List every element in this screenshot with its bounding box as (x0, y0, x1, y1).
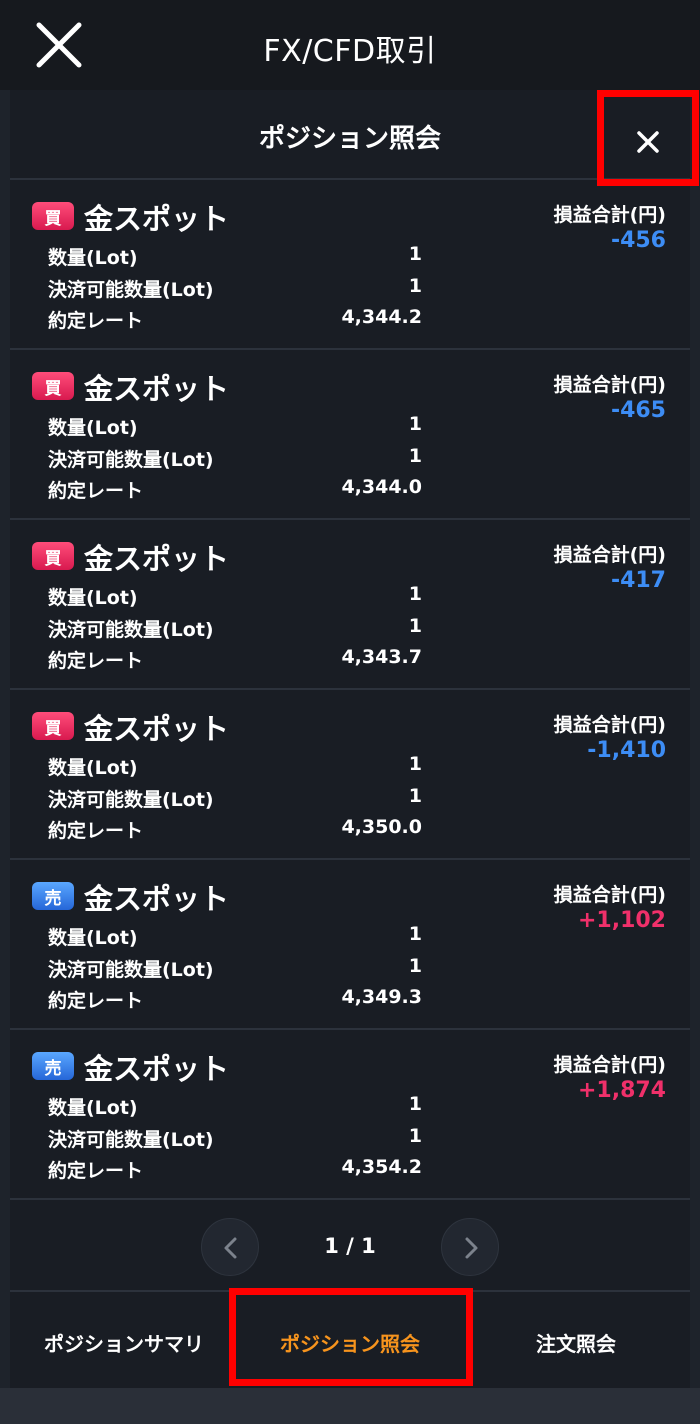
pl-label: 損益合計(円) (553, 204, 666, 226)
settle-qty-label: 決済可能数量(Lot) (48, 279, 214, 301)
settle-qty-value: 1 (408, 445, 422, 467)
settle-qty-label: 決済可能数量(Lot) (48, 789, 214, 811)
side-badge: 買 (32, 712, 74, 740)
settle-qty-value: 1 (408, 615, 422, 637)
tab-order-inquiry[interactable]: 注文照会 (498, 1328, 654, 1357)
side-badge: 売 (32, 1052, 74, 1080)
instrument-name: 金スポット (84, 882, 230, 916)
rate-label: 約定レート (48, 650, 144, 672)
qty-value: 1 (408, 923, 422, 945)
modal-title: ポジション照会 (258, 124, 441, 154)
pl-label: 損益合計(円) (553, 884, 666, 906)
qty-value: 1 (408, 753, 422, 775)
pl-value: +1,102 (577, 908, 666, 933)
qty-value: 1 (408, 583, 422, 605)
modal-header: ポジション照会 (10, 90, 690, 180)
tab-position-inquiry[interactable]: ポジション照会 (250, 1328, 450, 1357)
position-row[interactable]: 買 金スポット 数量(Lot) 1 決済可能数量(Lot) 1 約定レート 4,… (10, 350, 690, 520)
settle-qty-value: 1 (408, 785, 422, 807)
pl-value: -417 (610, 568, 666, 593)
settle-qty-label: 決済可能数量(Lot) (48, 619, 214, 641)
rate-label: 約定レート (48, 1160, 144, 1182)
position-row[interactable]: 売 金スポット 数量(Lot) 1 決済可能数量(Lot) 1 約定レート 4,… (10, 860, 690, 1030)
rate-label: 約定レート (48, 310, 144, 332)
qty-label: 数量(Lot) (48, 247, 138, 269)
position-row[interactable]: 買 金スポット 数量(Lot) 1 決済可能数量(Lot) 1 約定レート 4,… (10, 180, 690, 350)
rate-value: 4,344.0 (341, 476, 422, 498)
page-indicator: 1 / 1 (324, 1234, 376, 1258)
rate-value: 4,343.7 (341, 646, 422, 668)
rate-label: 約定レート (48, 480, 144, 502)
pagination: 1 / 1 (10, 1203, 690, 1293)
pl-label: 損益合計(円) (553, 714, 666, 736)
side-badge: 買 (32, 542, 74, 570)
side-badge: 買 (32, 372, 74, 400)
qty-value: 1 (408, 1093, 422, 1115)
qty-value: 1 (408, 413, 422, 435)
chevron-right-icon (465, 1237, 478, 1259)
position-row[interactable]: 売 金スポット 数量(Lot) 1 決済可能数量(Lot) 1 約定レート 4,… (10, 1030, 690, 1200)
app-title: FX/CFD取引 (263, 34, 437, 69)
next-page-button[interactable] (441, 1218, 499, 1276)
position-row[interactable]: 買 金スポット 数量(Lot) 1 決済可能数量(Lot) 1 約定レート 4,… (10, 690, 690, 860)
rate-value: 4,350.0 (341, 816, 422, 838)
position-list: 買 金スポット 数量(Lot) 1 決済可能数量(Lot) 1 約定レート 4,… (10, 180, 690, 1200)
bottom-strip (0, 1388, 700, 1424)
qty-label: 数量(Lot) (48, 927, 138, 949)
tab-position-summary[interactable]: ポジションサマリ (34, 1328, 214, 1357)
side-badge: 売 (32, 882, 74, 910)
settle-qty-value: 1 (408, 275, 422, 297)
pl-label: 損益合計(円) (553, 544, 666, 566)
rate-label: 約定レート (48, 990, 144, 1012)
qty-value: 1 (408, 243, 422, 265)
settle-qty-label: 決済可能数量(Lot) (48, 1129, 214, 1151)
app-header: FX/CFD取引 (0, 0, 700, 90)
instrument-name: 金スポット (84, 202, 230, 236)
rate-value: 4,349.3 (341, 986, 422, 1008)
qty-label: 数量(Lot) (48, 417, 138, 439)
pl-value: -456 (610, 228, 666, 253)
rate-value: 4,354.2 (341, 1156, 422, 1178)
position-inquiry-modal: ポジション照会 買 金スポット 数量(Lot) 1 決済可能数量(Lot) 1 … (10, 90, 690, 1388)
pl-label: 損益合計(円) (553, 1054, 666, 1076)
qty-label: 数量(Lot) (48, 587, 138, 609)
instrument-name: 金スポット (84, 542, 230, 576)
qty-label: 数量(Lot) (48, 1097, 138, 1119)
bottom-tab-bar: ポジションサマリ ポジション照会 注文照会 (10, 1290, 690, 1390)
settle-qty-value: 1 (408, 1125, 422, 1147)
side-badge: 買 (32, 202, 74, 230)
pl-value: +1,874 (577, 1078, 666, 1103)
settle-qty-label: 決済可能数量(Lot) (48, 959, 214, 981)
position-row[interactable]: 買 金スポット 数量(Lot) 1 決済可能数量(Lot) 1 約定レート 4,… (10, 520, 690, 690)
qty-label: 数量(Lot) (48, 757, 138, 779)
rate-label: 約定レート (48, 820, 144, 842)
pl-value: -1,410 (587, 738, 666, 763)
settle-qty-value: 1 (408, 955, 422, 977)
instrument-name: 金スポット (84, 1052, 230, 1086)
modal-close-button[interactable] (626, 120, 670, 164)
instrument-name: 金スポット (84, 372, 230, 406)
pl-value: -465 (610, 398, 666, 423)
settle-qty-label: 決済可能数量(Lot) (48, 449, 214, 471)
close-icon (637, 131, 659, 153)
instrument-name: 金スポット (84, 712, 230, 746)
rate-value: 4,344.2 (341, 306, 422, 328)
pl-label: 損益合計(円) (553, 374, 666, 396)
